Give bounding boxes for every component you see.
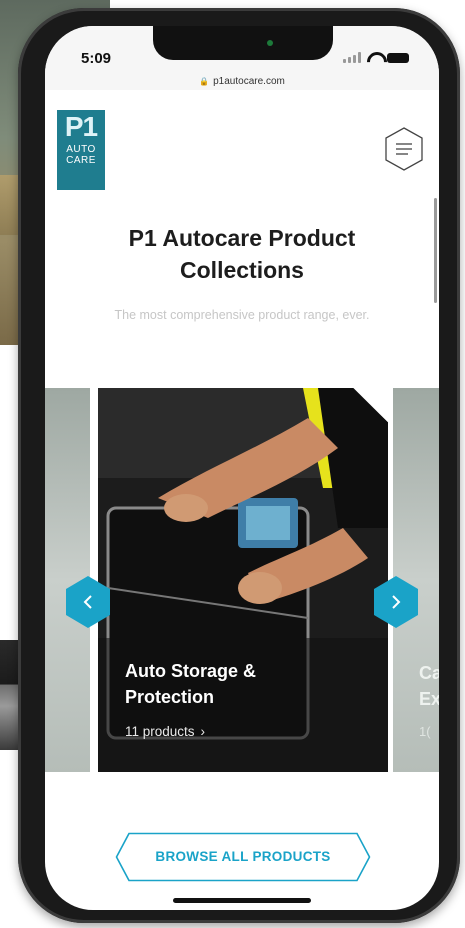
phone-frame: 5:09 🔒 p1autocare.com P1 AUTO CARE P1 Au… [18, 8, 460, 923]
logo-main: P1 [64, 111, 98, 142]
next-card-title: Ca Ex [419, 660, 439, 712]
menu-button[interactable] [383, 126, 425, 172]
phone-screen: 5:09 🔒 p1autocare.com P1 AUTO CARE P1 Au… [45, 26, 439, 910]
next-card-title-line1: Ca [419, 663, 439, 683]
scrollbar[interactable] [434, 198, 437, 303]
next-card-title-line2: Ex [419, 689, 439, 709]
card-product-count-link[interactable]: 11 products › [125, 724, 205, 739]
signal-icon [343, 52, 361, 63]
carousel-prev-button[interactable] [63, 574, 113, 630]
product-carousel: Auto Storage & Protection 11 products › C… [45, 388, 439, 772]
lock-icon: 🔒 [199, 77, 210, 86]
page-subtitle: The most comprehensive product range, ev… [114, 308, 370, 322]
carousel-next-button[interactable] [371, 574, 421, 630]
card-count-text: 11 products [125, 724, 195, 739]
chevron-right-icon [374, 576, 418, 628]
phone-notch [153, 26, 333, 60]
logo-line1: AUTO [66, 144, 96, 155]
wifi-icon [367, 52, 381, 63]
status-time: 5:09 [81, 50, 112, 67]
browse-all-products-button[interactable]: BROWSE ALL PRODUCTS [115, 832, 371, 882]
logo-line2: CARE [66, 155, 96, 166]
page-title-line1: P1 Autocare Product [128, 225, 356, 251]
chevron-left-icon [66, 576, 110, 628]
site-header: P1 AUTO CARE [45, 90, 439, 200]
page-title: P1 Autocare Product Collections [65, 222, 419, 286]
page-title-line2: Collections [180, 257, 304, 283]
camera-dot [267, 40, 273, 46]
card-image [98, 388, 388, 772]
card-title-line2: Protection [125, 687, 215, 707]
address-bar[interactable]: 🔒 p1autocare.com [45, 76, 439, 87]
next-card-count: 1( [419, 724, 431, 739]
p1-autocare-logo[interactable]: P1 AUTO CARE [57, 110, 105, 190]
card-title-line1: Auto Storage & [125, 661, 257, 681]
hamburger-hexagon-icon [385, 127, 423, 171]
browse-button-label: BROWSE ALL PRODUCTS [155, 849, 331, 864]
home-indicator[interactable] [173, 898, 311, 903]
url-text: p1autocare.com [213, 76, 285, 87]
chevron-right-small-icon: › [200, 724, 206, 739]
card-title: Auto Storage & Protection [125, 658, 325, 710]
battery-icon [387, 52, 409, 63]
carousel-card-active[interactable]: Auto Storage & Protection 11 products › [98, 388, 388, 772]
status-icons [343, 52, 409, 63]
